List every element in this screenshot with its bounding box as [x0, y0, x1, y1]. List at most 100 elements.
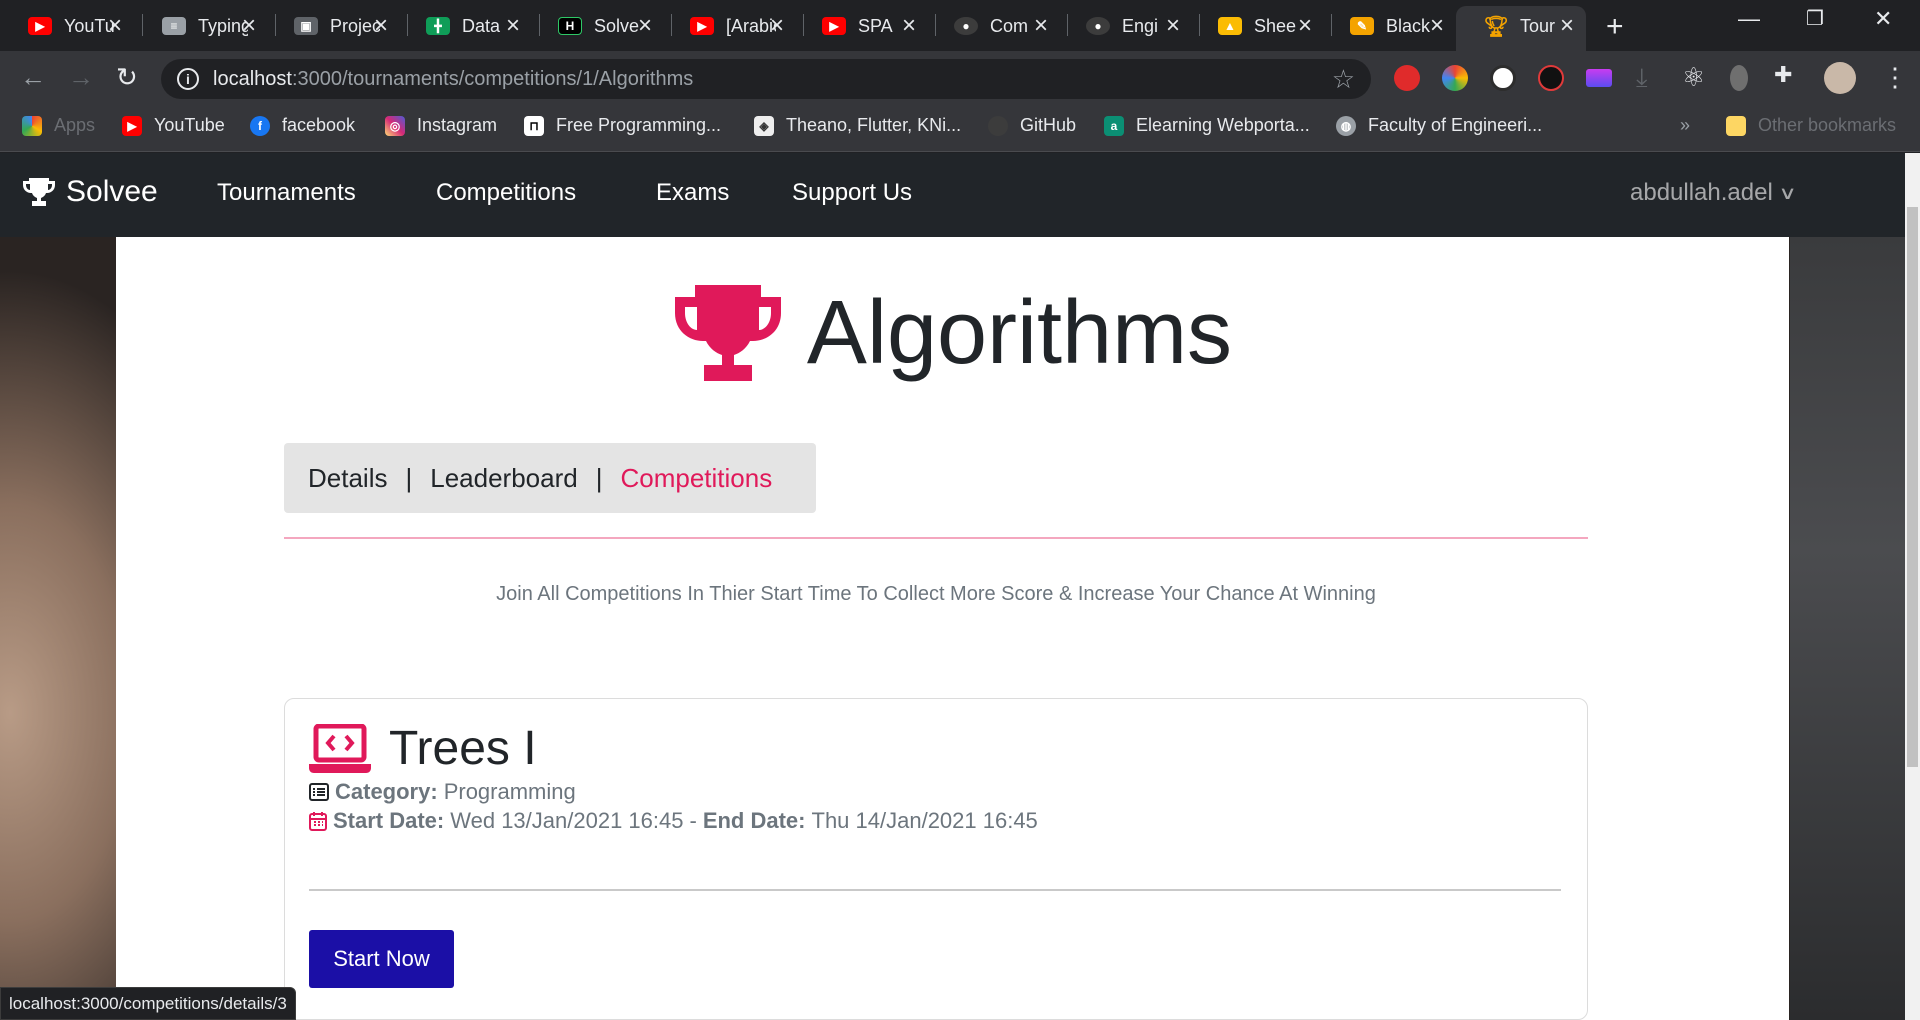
youtube-icon: ▶ — [28, 17, 52, 35]
competition-category: Category: Programming — [309, 779, 576, 805]
bookmarks-overflow-icon[interactable]: » — [1680, 115, 1690, 136]
browser-tab[interactable]: ▲ Shee × — [1190, 6, 1324, 45]
youtube-icon: ▶ — [690, 17, 714, 35]
bookmark-facebook[interactable]: f facebook — [250, 115, 355, 136]
competition-card: Trees I Category: Programming Start Date… — [284, 698, 1588, 1020]
browser-tab[interactable]: ✎ Black × — [1322, 6, 1456, 45]
browser-tab[interactable]: ▶ SPA × — [794, 6, 928, 45]
close-icon[interactable]: × — [1298, 12, 1312, 40]
bookmark-youtube[interactable]: ▶ YouTube — [122, 115, 225, 136]
browser-tab[interactable]: ▶ YouTube × — [0, 6, 134, 45]
bookmark-apps[interactable]: Apps — [22, 115, 95, 136]
browser-toolbar: ← → ↻ i localhost:3000/tournaments/compe… — [0, 51, 1920, 106]
url-text[interactable]: localhost:3000/tournaments/competitions/… — [213, 68, 693, 91]
user-dropdown[interactable]: abdullah.adel ∨ — [1630, 179, 1797, 207]
scrollbar-thumb[interactable] — [1907, 207, 1918, 767]
competition-title: Trees I — [389, 722, 537, 775]
browser-tab[interactable]: ▶ [Arabic × — [662, 6, 796, 45]
close-icon[interactable]: × — [770, 12, 784, 40]
close-icon[interactable]: × — [638, 12, 652, 40]
competition-title-row: Trees I — [309, 721, 537, 776]
end-date-label: End Date: — [702, 808, 806, 833]
content-panel: Algorithms Details | Leaderboard | Compe… — [116, 237, 1789, 1020]
tab-title: Typing — [198, 16, 248, 36]
restore-icon[interactable]: ❐ — [1806, 6, 1824, 31]
tab-competitions[interactable]: Competitions — [620, 463, 772, 494]
list-icon — [309, 783, 329, 801]
bookmark-instagram[interactable]: ◎ Instagram — [385, 115, 497, 136]
browser-tab[interactable]: ● Com × — [926, 6, 1060, 45]
other-bookmarks[interactable]: Other bookmarks — [1726, 115, 1896, 136]
close-icon[interactable]: × — [374, 12, 388, 40]
bookmark-theano[interactable]: ◈ Theano, Flutter, KNi... — [754, 115, 961, 136]
new-tab-button[interactable]: + — [1606, 10, 1624, 44]
close-window-icon[interactable]: ✕ — [1874, 6, 1892, 32]
start-date-label: Start Date: — [333, 808, 445, 833]
back-icon[interactable]: ← — [20, 62, 46, 93]
tab-details[interactable]: Details — [308, 463, 387, 494]
classroom-icon: ▣ — [294, 17, 318, 35]
github-icon: ● — [1086, 17, 1110, 35]
close-icon[interactable]: × — [506, 12, 520, 40]
extension-gray-icon[interactable] — [1730, 65, 1748, 91]
user-name: abdullah.adel — [1630, 179, 1773, 206]
browser-tab[interactable]: ▣ Projects × — [266, 6, 400, 45]
document-icon: ≡ — [162, 17, 186, 35]
close-icon[interactable]: × — [1560, 12, 1574, 40]
bookmark-star-icon[interactable]: ☆ — [1332, 64, 1355, 95]
folder-icon — [1726, 115, 1746, 136]
close-icon[interactable]: × — [108, 12, 122, 40]
close-icon[interactable]: × — [902, 12, 916, 40]
drive-icon: ▲ — [1218, 17, 1242, 35]
extension-color-icon[interactable] — [1442, 65, 1468, 91]
bookmark-free-programming[interactable]: ⊓ Free Programming... — [524, 115, 721, 136]
competition-dates: Start Date: Wed 13/Jan/2021 16:45 - End … — [309, 808, 1038, 834]
browser-tab-active[interactable]: 🏆︎ Tour × — [1456, 6, 1586, 51]
minimize-icon[interactable]: — — [1738, 6, 1760, 32]
tab-title: Shee — [1254, 16, 1297, 36]
reload-icon[interactable]: ↻ — [116, 62, 138, 93]
tab-separator: | — [405, 462, 413, 493]
browser-tab[interactable]: ╋ Data × — [398, 6, 532, 45]
avatar[interactable] — [1824, 62, 1856, 94]
browser-tab[interactable]: ● Engi × — [1058, 6, 1192, 45]
bookmark-github[interactable]: GitHub — [988, 115, 1076, 136]
address-bar[interactable]: i localhost:3000/tournaments/competition… — [161, 59, 1371, 99]
download-icon[interactable]: ⤓ — [1636, 62, 1648, 94]
apps-icon — [22, 115, 42, 136]
tab-title: Black — [1386, 16, 1431, 36]
browser-tab[interactable]: ≡ Typing × — [134, 6, 268, 45]
tab-title: Engi — [1122, 16, 1159, 36]
puzzle-icon[interactable]: ✚ — [1774, 62, 1792, 88]
extension-picker-icon[interactable] — [1490, 65, 1516, 91]
date-separator: - — [689, 808, 697, 833]
laptop-code-icon — [309, 723, 371, 773]
close-icon[interactable]: × — [1166, 12, 1180, 40]
notes-icon: ✎ — [1350, 17, 1374, 35]
divider — [284, 537, 1588, 539]
extension-f-icon[interactable] — [1538, 65, 1564, 91]
forward-icon[interactable]: → — [68, 62, 94, 93]
close-icon[interactable]: × — [1430, 12, 1444, 40]
page-scrollbar[interactable] — [1905, 153, 1920, 1020]
extension-hand-icon[interactable] — [1394, 65, 1420, 91]
tab-leaderboard[interactable]: Leaderboard — [430, 463, 577, 494]
calendar-icon — [309, 812, 327, 831]
nav-exams[interactable]: Exams — [656, 179, 729, 207]
nav-tournaments[interactable]: Tournaments — [217, 179, 356, 207]
browser-tab[interactable]: H Solve × — [530, 6, 664, 45]
react-devtools-icon[interactable]: ⚛ — [1682, 62, 1705, 93]
nav-support-us[interactable]: Support Us — [792, 179, 912, 207]
site-icon: ◈ — [754, 115, 774, 136]
nav-competitions[interactable]: Competitions — [436, 179, 576, 207]
bookmark-elearning[interactable]: a Elearning Webporta... — [1104, 115, 1310, 136]
close-icon[interactable]: × — [242, 12, 256, 40]
close-icon[interactable]: × — [1034, 12, 1048, 40]
start-date-value: Wed 13/Jan/2021 16:45 — [450, 808, 684, 833]
kebab-menu-icon[interactable]: ⋮ — [1882, 62, 1908, 93]
extension-menu-icon[interactable] — [1586, 69, 1612, 87]
bookmark-faculty[interactable]: ◍ Faculty of Engineeri... — [1336, 115, 1542, 136]
brand-link[interactable]: Solvee — [22, 175, 158, 209]
start-now-button[interactable]: Start Now — [309, 930, 454, 988]
info-icon[interactable]: i — [177, 68, 199, 90]
